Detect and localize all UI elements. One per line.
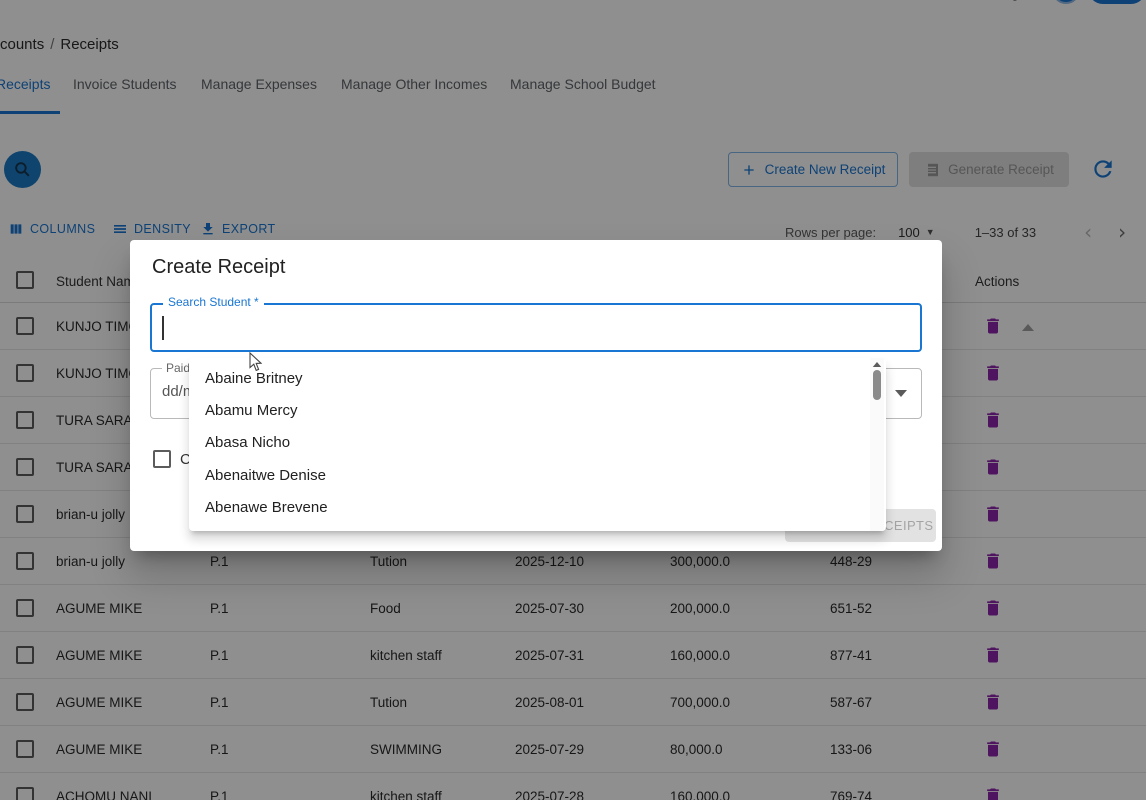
- scrollbar-thumb[interactable]: [873, 370, 881, 400]
- option-student-partial[interactable]: Ab: [189, 524, 849, 531]
- option-student[interactable]: Abaine Britney: [189, 362, 849, 394]
- search-student-label: Search Student *: [163, 295, 264, 309]
- option-student[interactable]: Abenaitwe Denise: [189, 459, 849, 491]
- text-caret: [162, 316, 164, 340]
- dialog-checkbox[interactable]: [153, 450, 171, 468]
- combobox-close-icon[interactable]: [1022, 324, 1034, 331]
- option-student[interactable]: Abenawe Brevene: [189, 491, 849, 523]
- app-screen: Chalkkeeper Dashboard Logout counts/Rece…: [0, 0, 1146, 800]
- scroll-up-icon[interactable]: [873, 362, 881, 367]
- search-student-input[interactable]: [160, 312, 860, 342]
- mouse-cursor: [248, 352, 262, 372]
- dialog-title: Create Receipt: [152, 256, 285, 279]
- student-options-listbox: Abaine Britney Abamu Mercy Abasa Nicho A…: [189, 358, 886, 531]
- listbox-scrollbar[interactable]: [870, 358, 884, 531]
- option-student[interactable]: Abasa Nicho: [189, 426, 849, 458]
- option-student[interactable]: Abamu Mercy: [189, 394, 849, 426]
- select-chevron-down-icon: [895, 390, 907, 397]
